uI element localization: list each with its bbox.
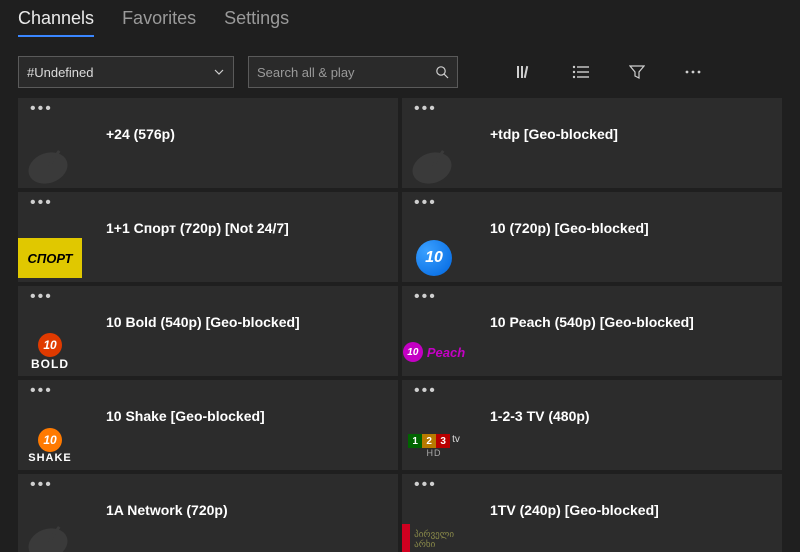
- card-more-icon[interactable]: •••: [30, 294, 386, 312]
- search-icon[interactable]: [435, 65, 449, 79]
- channel-title: 10 Peach (540p) [Geo-blocked]: [490, 314, 694, 330]
- category-selected-value: #Undefined: [27, 65, 94, 80]
- dish-icon: [18, 516, 82, 552]
- card-more-icon[interactable]: •••: [30, 200, 386, 218]
- channel-title: 10 Shake [Geo-blocked]: [106, 408, 265, 424]
- channel-card[interactable]: ••• 10 Bold (540p) [Geo-blocked] 10BOLD: [18, 286, 398, 376]
- card-more-icon[interactable]: •••: [414, 294, 770, 312]
- channel-card[interactable]: ••• +tdp [Geo-blocked]: [402, 98, 782, 188]
- channel-title: 10 (720p) [Geo-blocked]: [490, 220, 649, 236]
- channel-logo: 10Peach: [402, 328, 466, 376]
- channel-logo: 10SHAKE: [18, 422, 82, 470]
- channel-logo: პირველი არხი: [402, 516, 466, 552]
- search-box[interactable]: [248, 56, 458, 88]
- channel-card[interactable]: ••• 10 Shake [Geo-blocked] 10SHAKE: [18, 380, 398, 470]
- tab-channels[interactable]: Channels: [18, 8, 94, 37]
- card-more-icon[interactable]: •••: [414, 200, 770, 218]
- card-more-icon[interactable]: •••: [414, 388, 770, 406]
- more-icon[interactable]: [672, 56, 714, 88]
- dish-icon: [402, 140, 466, 188]
- channel-title: +24 (576p): [106, 126, 175, 142]
- filter-icon[interactable]: [616, 56, 658, 88]
- channel-title: +tdp [Geo-blocked]: [490, 126, 618, 142]
- channel-title: 1A Network (720p): [106, 502, 228, 518]
- channel-logo: 123tvHD: [402, 422, 466, 470]
- card-more-icon[interactable]: •••: [30, 388, 386, 406]
- list-view-icon[interactable]: [560, 56, 602, 88]
- card-more-icon[interactable]: •••: [30, 482, 386, 500]
- channel-logo: 10BOLD: [18, 328, 82, 376]
- channel-logo: 10: [402, 234, 466, 282]
- chevron-down-icon: [213, 66, 225, 78]
- channel-card[interactable]: ••• 10 Peach (540p) [Geo-blocked] 10Peach: [402, 286, 782, 376]
- tab-settings[interactable]: Settings: [224, 8, 289, 35]
- channel-title: 1TV (240p) [Geo-blocked]: [490, 502, 659, 518]
- channel-logo: СПОРТ: [18, 234, 82, 282]
- channel-card[interactable]: ••• 10 (720p) [Geo-blocked] 10: [402, 192, 782, 282]
- channel-card[interactable]: ••• 1A Network (720p): [18, 474, 398, 552]
- toolbar: #Undefined: [0, 42, 800, 98]
- search-input[interactable]: [257, 65, 427, 80]
- channel-grid: ••• +24 (576p) ••• +tdp [Geo-blocked] ••• 1+1…: [0, 98, 800, 552]
- top-tabs: Channels Favorites Settings: [0, 0, 800, 42]
- card-more-icon[interactable]: •••: [414, 106, 770, 124]
- card-more-icon[interactable]: •••: [414, 482, 770, 500]
- channel-title: 1-2-3 TV (480p): [490, 408, 590, 424]
- channel-card[interactable]: ••• 1+1 Спорт (720p) [Not 24/7] СПОРТ: [18, 192, 398, 282]
- channel-title: 10 Bold (540p) [Geo-blocked]: [106, 314, 300, 330]
- category-select[interactable]: #Undefined: [18, 56, 234, 88]
- channel-card[interactable]: ••• 1-2-3 TV (480p) 123tvHD: [402, 380, 782, 470]
- channel-card[interactable]: ••• +24 (576p): [18, 98, 398, 188]
- library-view-icon[interactable]: [504, 56, 546, 88]
- card-more-icon[interactable]: •••: [30, 106, 386, 124]
- channel-card[interactable]: ••• 1TV (240p) [Geo-blocked] პირველი არხი: [402, 474, 782, 552]
- dish-icon: [18, 140, 82, 188]
- channel-title: 1+1 Спорт (720p) [Not 24/7]: [106, 220, 289, 236]
- tab-favorites[interactable]: Favorites: [122, 8, 196, 35]
